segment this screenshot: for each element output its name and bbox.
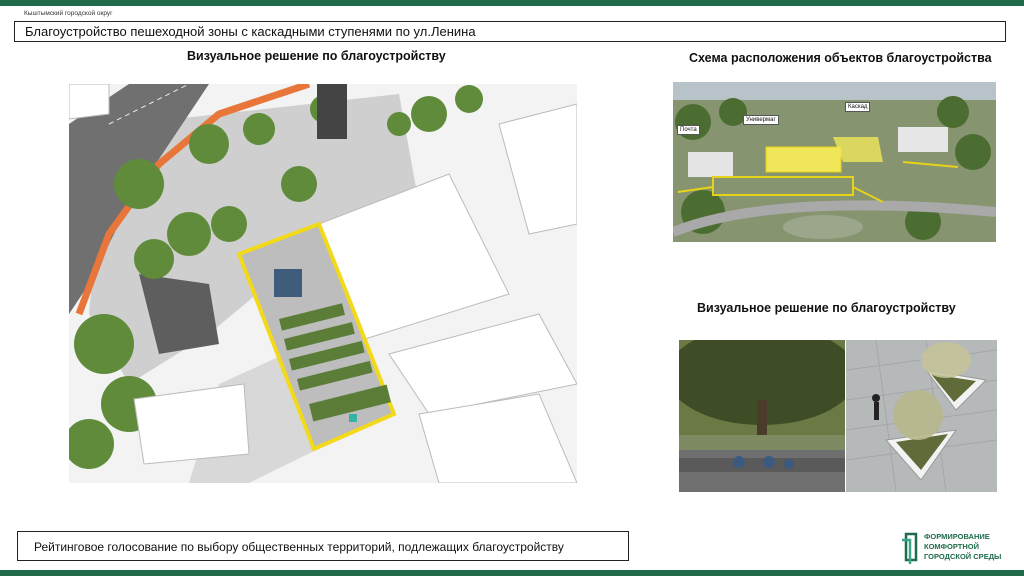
- heading-visual-solution-right: Визуальное решение по благоустройству: [697, 301, 956, 315]
- heading-visual-solution-left: Визуальное решение по благоустройству: [187, 49, 446, 63]
- site-plan-image: [69, 84, 577, 483]
- heading-location-scheme: Схема расположения объектов благоустройс…: [689, 51, 992, 65]
- reference-photo-planters: [846, 340, 997, 492]
- logo-text: ФОРМИРОВАНИЕ КОМФОРТНОЙ ГОРОДСКОЙ СРЕДЫ: [924, 532, 1001, 562]
- logo-line-2: КОМФОРТНОЙ: [924, 542, 980, 551]
- label-univermag: Универмаг: [743, 115, 779, 125]
- label-kaskad: Каскад: [845, 102, 871, 112]
- location-scheme-image: Почта Универмаг Каскад: [673, 82, 996, 242]
- label-post: Почта: [677, 125, 700, 135]
- org-name: Кыштымский городской округ: [24, 10, 113, 17]
- page-title: Благоустройство пешеходной зоны с каскад…: [14, 21, 1006, 42]
- program-logo: ФОРМИРОВАНИЕ КОМФОРТНОЙ ГОРОДСКОЙ СРЕДЫ: [900, 530, 1010, 568]
- top-accent-bar: [0, 0, 1024, 6]
- logo-line-3: ГОРОДСКОЙ СРЕДЫ: [924, 552, 1002, 561]
- bottom-accent-bar: [0, 570, 1024, 576]
- reference-photo-seating: [679, 340, 845, 492]
- footer-voting-caption: Рейтинговое голосование по выбору общест…: [17, 531, 629, 561]
- logo-line-1: ФОРМИРОВАНИЕ: [924, 532, 990, 541]
- logo-mark-icon: [902, 532, 918, 564]
